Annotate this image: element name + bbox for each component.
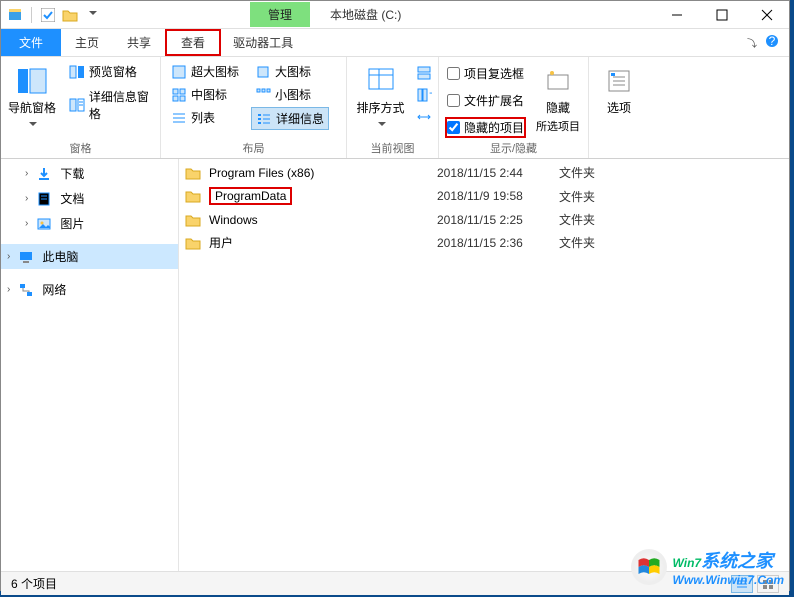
file-row[interactable]: Windows 2018/11/15 2:25文件夹: [179, 208, 789, 231]
downloads-icon: [36, 166, 52, 182]
watermark-logo-icon: [631, 549, 667, 585]
context-tab-manage[interactable]: 管理: [250, 2, 310, 27]
status-count: 6 个项目: [11, 575, 57, 592]
item-checkboxes-checkbox[interactable]: [447, 67, 460, 80]
file-row[interactable]: ProgramData 2018/11/9 19:58文件夹: [179, 184, 789, 208]
large-icons-button[interactable]: 大图标: [251, 61, 329, 82]
file-ext-toggle[interactable]: 文件扩展名: [445, 90, 526, 111]
explorer-window: 管理 本地磁盘 (C:) 文件 主页 共享 查看 驱动器工具 ⤵ ? 导航窗格: [0, 0, 790, 591]
file-name: 用户: [209, 234, 233, 251]
separator: [31, 7, 32, 23]
folder-icon: [185, 188, 201, 204]
folder-icon[interactable]: [62, 7, 78, 23]
preview-pane-button[interactable]: 预览窗格: [65, 61, 154, 82]
file-date: 2018/11/9 19:58: [437, 189, 559, 203]
list-button[interactable]: 列表: [167, 107, 243, 128]
extra-large-icon: [171, 64, 187, 80]
small-icon: [255, 87, 271, 103]
chevron-right-icon: ›: [25, 218, 28, 229]
chevron-right-icon: ›: [7, 251, 10, 262]
ribbon: 导航窗格 预览窗格 详细信息窗格 窗格: [1, 57, 789, 159]
file-ext-checkbox[interactable]: [447, 94, 460, 107]
currentview-group-label: 当前视图: [353, 138, 432, 156]
details-view-button[interactable]: 详细信息: [251, 107, 329, 130]
file-tab[interactable]: 文件: [1, 29, 61, 56]
group-by-icon[interactable]: [416, 65, 432, 81]
app-icon: [7, 7, 23, 23]
chevron-right-icon: ›: [7, 284, 10, 295]
maximize-button[interactable]: [699, 1, 744, 29]
svg-text:?: ?: [769, 34, 776, 48]
nav-downloads[interactable]: › 下载: [1, 161, 178, 186]
add-columns-icon[interactable]: +: [416, 87, 432, 103]
nav-pictures[interactable]: › 图片: [1, 211, 178, 236]
this-pc-icon: [18, 249, 34, 265]
layout-group-label: 布局: [167, 138, 340, 156]
showhide-group-label: 显示/隐藏: [445, 138, 582, 156]
file-type: 文件夹: [559, 211, 639, 228]
sort-by-button[interactable]: 排序方式: [353, 61, 408, 132]
pictures-icon: [36, 216, 52, 232]
view-tab[interactable]: 查看: [165, 29, 221, 56]
file-name: Program Files (x86): [209, 166, 314, 180]
documents-icon: [36, 191, 52, 207]
svg-text:+: +: [429, 87, 432, 100]
file-date: 2018/11/15 2:25: [437, 213, 559, 227]
file-name: Windows: [209, 213, 258, 227]
file-row[interactable]: Program Files (x86) 2018/11/15 2:44文件夹: [179, 161, 789, 184]
titlebar: 管理 本地磁盘 (C:): [1, 1, 789, 29]
details-pane-button[interactable]: 详细信息窗格: [65, 86, 154, 124]
nav-network[interactable]: › 网络: [1, 277, 178, 302]
watermark: Win7系统之家 Www.Winwin7.Com: [631, 547, 784, 587]
details-pane-icon: [69, 97, 85, 113]
hidden-items-toggle[interactable]: 隐藏的项目: [445, 117, 526, 138]
navigation-pane-button[interactable]: 导航窗格: [7, 61, 57, 132]
network-icon: [18, 282, 34, 298]
navigation-pane: › 下载 › 文档 › 图片 › 此电脑 ›: [1, 159, 179, 571]
home-tab[interactable]: 主页: [61, 29, 113, 56]
options-button[interactable]: 选项: [595, 61, 643, 116]
panes-group-label: 窗格: [7, 138, 154, 156]
hidden-items-checkbox[interactable]: [447, 121, 460, 134]
file-type: 文件夹: [559, 164, 639, 181]
size-columns-icon[interactable]: [416, 109, 432, 125]
medium-icons-button[interactable]: 中图标: [167, 84, 243, 105]
file-row[interactable]: 用户 2018/11/15 2:36文件夹: [179, 231, 789, 254]
hide-selected-button[interactable]: 隐藏 所选项目: [534, 61, 582, 134]
file-name: ProgramData: [209, 187, 292, 205]
chevron-right-icon: ›: [25, 193, 28, 204]
content-area: › 下载 › 文档 › 图片 › 此电脑 ›: [1, 159, 789, 571]
file-type: 文件夹: [559, 188, 639, 205]
minimize-button[interactable]: [654, 1, 699, 29]
navigation-pane-label: 导航窗格: [8, 99, 56, 116]
file-list[interactable]: Program Files (x86)2018/11/15 2:44文件夹Pro…: [179, 159, 789, 571]
properties-icon[interactable]: [40, 7, 56, 23]
chevron-right-icon: ›: [25, 168, 28, 179]
small-icons-button[interactable]: 小图标: [251, 84, 329, 105]
extra-large-icons-button[interactable]: 超大图标: [167, 61, 243, 82]
file-date: 2018/11/15 2:44: [437, 166, 559, 180]
file-date: 2018/11/15 2:36: [437, 236, 559, 250]
item-checkboxes-toggle[interactable]: 项目复选框: [445, 63, 526, 84]
share-tab[interactable]: 共享: [113, 29, 165, 56]
nav-documents[interactable]: › 文档: [1, 186, 178, 211]
details-icon: [256, 111, 272, 127]
file-type: 文件夹: [559, 234, 639, 251]
qat-customize-icon[interactable]: [84, 7, 100, 23]
list-icon: [171, 110, 187, 126]
folder-icon: [185, 235, 201, 251]
help-icon[interactable]: ?: [765, 34, 779, 51]
collapse-ribbon-icon[interactable]: ⤵: [747, 35, 757, 50]
nav-this-pc[interactable]: › 此电脑: [1, 244, 178, 269]
large-icon: [255, 64, 271, 80]
drive-tools-tab[interactable]: 驱动器工具: [221, 29, 305, 56]
window-title: 本地磁盘 (C:): [330, 6, 401, 23]
folder-icon: [185, 165, 201, 181]
medium-icon: [171, 87, 187, 103]
menubar: 文件 主页 共享 查看 驱动器工具 ⤵ ?: [1, 29, 789, 57]
preview-pane-icon: [69, 64, 85, 80]
close-button[interactable]: [744, 1, 789, 29]
folder-icon: [185, 212, 201, 228]
